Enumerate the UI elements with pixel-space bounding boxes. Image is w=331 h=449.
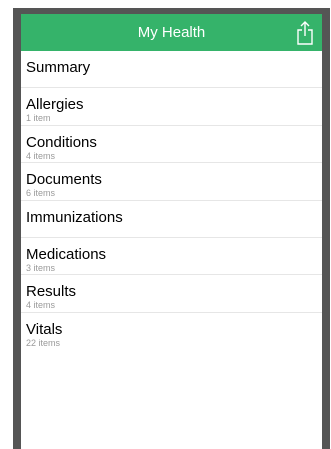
- list-item-documents[interactable]: Documents 6 items: [21, 163, 322, 201]
- health-category-list: Summary Allergies 1 item Conditions 4 it…: [21, 51, 322, 350]
- page-title: My Health: [137, 24, 206, 41]
- list-item-count: 22 items: [26, 337, 61, 348]
- device-frame: My Health Summary Allergies 1 item Condi…: [13, 8, 330, 449]
- list-item-count: 6 items: [26, 188, 56, 199]
- app-screen: My Health Summary Allergies 1 item Condi…: [21, 14, 322, 449]
- list-item-label: Allergies: [26, 96, 84, 114]
- list-item-medications[interactable]: Medications 3 items: [21, 238, 322, 276]
- list-item-label: Vitals: [26, 320, 63, 338]
- list-item-label: Conditions: [26, 133, 97, 151]
- list-item-count: 3 items: [26, 262, 56, 273]
- list-item-count: 1 item: [26, 113, 51, 124]
- list-item-conditions[interactable]: Conditions 4 items: [21, 126, 322, 164]
- list-item-count: 4 items: [26, 150, 56, 161]
- list-item-label: Medications: [26, 245, 107, 263]
- list-item-label: Summary: [26, 59, 91, 76]
- navigation-bar: My Health: [21, 14, 322, 51]
- list-item-label: Results: [26, 283, 77, 301]
- list-item-results[interactable]: Results 4 items: [21, 275, 322, 313]
- list-item-label: Documents: [26, 171, 102, 189]
- share-button[interactable]: [294, 20, 316, 46]
- list-item-summary[interactable]: Summary: [21, 51, 322, 89]
- share-icon: [297, 21, 313, 45]
- list-item-label: Immunizations: [26, 208, 123, 226]
- list-item-immunizations[interactable]: Immunizations: [21, 201, 322, 238]
- list-item-count: 4 items: [26, 300, 56, 311]
- list-item-allergies[interactable]: Allergies 1 item: [21, 88, 322, 126]
- list-item-vitals[interactable]: Vitals 22 items: [21, 313, 322, 350]
